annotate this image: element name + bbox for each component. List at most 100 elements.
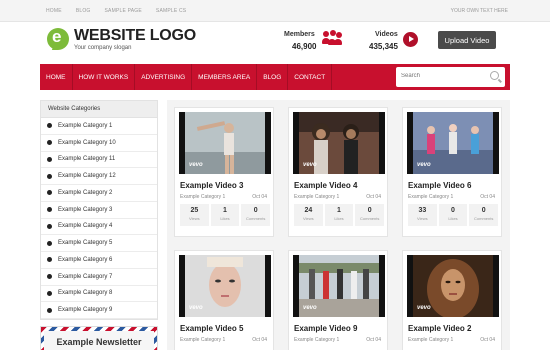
video-title[interactable]: Example Video 6 [408, 181, 471, 190]
video-title[interactable]: Example Video 5 [180, 324, 243, 333]
sidebar-category[interactable]: Example Category 7 [41, 269, 157, 286]
comments-count: 0 [253, 207, 258, 214]
nav-item-advertising[interactable]: ADVERTISING [135, 64, 193, 90]
members-count: 46,900 [292, 42, 317, 51]
sidebar-category[interactable]: Example Category 4 [41, 219, 157, 236]
category-label: Example Category 9 [58, 307, 113, 314]
video-date: Oct 04 [252, 337, 267, 343]
members-label: Members [284, 31, 315, 38]
nav-item-home[interactable]: HOME [40, 64, 73, 90]
search-box [396, 67, 505, 87]
sidebar-category[interactable]: Example Category 8 [41, 286, 157, 303]
vevo-logo: vevo [417, 305, 431, 311]
top-link-blog[interactable]: BLOG [76, 8, 91, 14]
video-thumbnail[interactable]: vevo [179, 255, 271, 317]
video-stats: 25 Views 1 Likes 0 Comments [180, 204, 271, 226]
video-card[interactable]: vevo Example Video 3 Example Category 1 … [174, 107, 274, 237]
sidebar-category[interactable]: Example Category 11 [41, 152, 157, 169]
video-category[interactable]: Example Category 1 [180, 337, 225, 343]
bullet-icon [47, 123, 52, 129]
videos-label: Videos [375, 31, 398, 38]
video-date: Oct 04 [366, 194, 381, 200]
logo-letter: e [52, 27, 62, 46]
sidebar-category[interactable]: Example Category 10 [41, 135, 157, 152]
video-stats: 24 Views 1 Likes 0 Comments [294, 204, 385, 226]
video-title[interactable]: Example Video 2 [408, 324, 471, 333]
likes-label: Likes [448, 216, 458, 221]
views-label: Views [417, 216, 428, 221]
video-category[interactable]: Example Category 1 [294, 194, 339, 200]
sidebar-category[interactable]: Example Category 12 [41, 168, 157, 185]
nav-item-contact[interactable]: CONTACT [288, 64, 333, 90]
likes-count: 0 [451, 207, 455, 214]
top-link-sample-cs[interactable]: SAMPLE CS [156, 8, 186, 14]
vevo-logo: vevo [189, 305, 203, 311]
search-input[interactable] [401, 73, 481, 79]
top-right-text: YOUR OWN TEXT HERE [450, 8, 508, 14]
video-thumbnail[interactable]: vevo [293, 112, 385, 174]
likes-stat: 0 Likes [438, 204, 468, 226]
site-slogan: Your company slogan [74, 45, 132, 51]
category-label: Example Category 12 [58, 173, 116, 180]
video-date: Oct 04 [480, 194, 495, 200]
top-link-sample-page[interactable]: SAMPLE PAGE [105, 8, 142, 14]
videos-count: 435,345 [369, 42, 398, 51]
bullet-icon [47, 257, 52, 263]
sidebar-category[interactable]: Example Category 2 [41, 185, 157, 202]
category-label: Example Category 8 [58, 290, 113, 297]
video-title[interactable]: Example Video 4 [294, 181, 357, 190]
sidebar-category[interactable]: Example Category 5 [41, 235, 157, 252]
video-title[interactable]: Example Video 9 [294, 324, 357, 333]
likes-count: 1 [223, 207, 227, 214]
play-icon [403, 32, 418, 47]
top-link-home[interactable]: HOME [46, 8, 62, 14]
video-thumbnail[interactable]: vevo [179, 112, 271, 174]
category-label: Example Category 4 [58, 223, 113, 230]
video-thumbnail[interactable]: vevo [407, 112, 499, 174]
newsletter-title: Example Newsletter [44, 331, 154, 350]
video-card[interactable]: vevo Example Video 4 Example Category 1 … [288, 107, 388, 237]
video-category[interactable]: Example Category 1 [408, 194, 453, 200]
nav-item-blog[interactable]: BLOG [257, 64, 289, 90]
sidebar-category[interactable]: Example Category 9 [41, 302, 157, 319]
video-card[interactable]: vevo Example Video 5 Example Category 1 … [174, 250, 274, 350]
video-thumbnail[interactable]: vevo [407, 255, 499, 317]
search-icon[interactable] [490, 71, 499, 80]
likes-count: 1 [337, 207, 341, 214]
upload-video-button[interactable]: Upload Video [438, 31, 496, 49]
video-title[interactable]: Example Video 3 [180, 181, 243, 190]
video-card[interactable]: vevo Example Video 6 Example Category 1 … [402, 107, 502, 237]
sidebar-category[interactable]: Example Category 3 [41, 202, 157, 219]
category-label: Example Category 1 [58, 122, 113, 129]
newsletter-box: Example Newsletter [40, 326, 158, 350]
video-thumbnail[interactable]: vevo [293, 255, 385, 317]
category-label: Example Category 11 [58, 156, 116, 163]
video-category[interactable]: Example Category 1 [180, 194, 225, 200]
comments-label: Comments [360, 216, 380, 221]
video-category[interactable]: Example Category 1 [294, 337, 339, 343]
nav-item-members-area[interactable]: MEMBERS AREA [192, 64, 258, 90]
likes-stat: 1 Likes [210, 204, 240, 226]
site-logo-text[interactable]: WEBSITE LOGO [74, 27, 196, 45]
likes-stat: 1 Likes [324, 204, 354, 226]
views-count: 24 [304, 207, 313, 214]
video-grid: vevo Example Video 3 Example Category 1 … [167, 100, 510, 350]
sidebar-category[interactable]: Example Category 6 [41, 252, 157, 269]
views-label: Views [303, 216, 314, 221]
bullet-icon [47, 307, 52, 313]
views-count: 25 [190, 207, 199, 214]
vevo-logo: vevo [189, 162, 203, 168]
video-card[interactable]: vevo Example Video 9 Example Category 1 … [288, 250, 388, 350]
comments-label: Comments [246, 216, 266, 221]
top-bar: HOME BLOG SAMPLE PAGE SAMPLE CS YOUR OWN… [0, 0, 550, 22]
nav-item-how-it-works[interactable]: HOW IT WORKS [73, 64, 136, 90]
vevo-logo: vevo [417, 162, 431, 168]
comments-stat: 0 Comments [241, 204, 271, 226]
comments-count: 0 [367, 207, 372, 214]
vevo-logo: vevo [303, 305, 317, 311]
bullet-icon [47, 207, 52, 213]
video-card[interactable]: vevo Example Video 2 Example Category 1 … [402, 250, 502, 350]
sidebar-category[interactable]: Example Category 1 [41, 118, 157, 135]
bullet-icon [47, 173, 52, 179]
video-category[interactable]: Example Category 1 [408, 337, 453, 343]
